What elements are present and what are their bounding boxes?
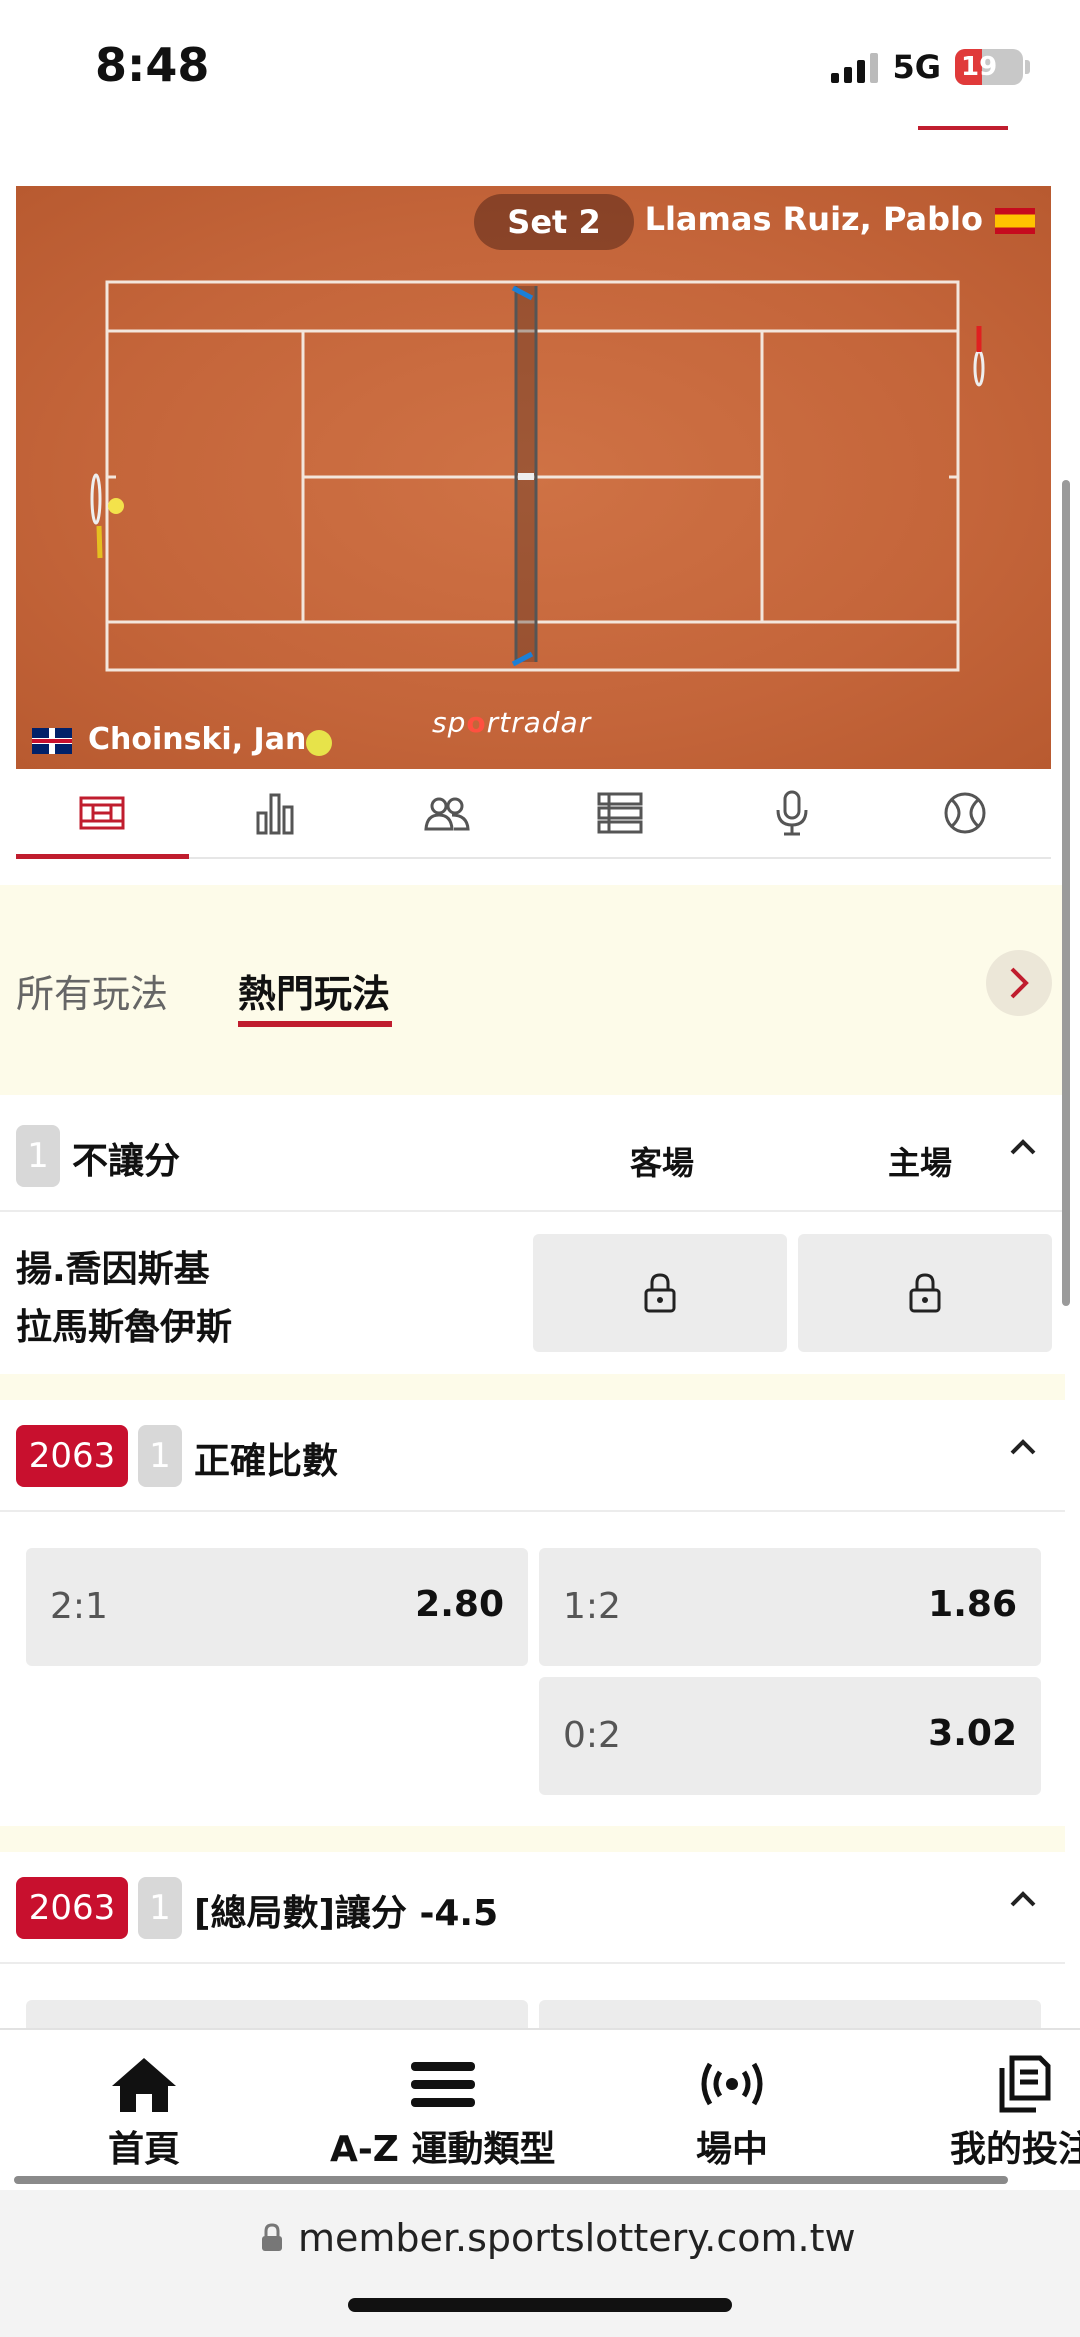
nav-my-bets[interactable]: 我的投注 <box>950 2054 1080 2172</box>
tab-tennis[interactable] <box>879 769 1052 857</box>
chevron-right-icon <box>1010 967 1029 999</box>
away-odds-locked-button[interactable] <box>533 1234 787 1352</box>
odds-label: 2:1 <box>50 1586 108 1627</box>
set-indicator: Set 2 <box>474 194 634 250</box>
lock-icon <box>909 1273 941 1313</box>
match-tracker[interactable]: Set 2 Llamas Ruiz, Pablo Choinski, Jan s… <box>16 186 1051 769</box>
nav-az-sports[interactable]: A-Z 運動類型 <box>330 2054 555 2172</box>
network-type: 5G <box>892 48 941 86</box>
status-bar: 8:48 5G 19 <box>0 0 1080 120</box>
odds-button[interactable]: 0:2 3.02 <box>539 1677 1041 1795</box>
serving-ball-icon <box>306 730 332 756</box>
odds-label: 0:2 <box>563 1715 621 1756</box>
signal-icon <box>831 51 879 83</box>
tab-court[interactable] <box>16 769 189 859</box>
market-number-badge: 1 <box>138 1425 182 1487</box>
market-number-badge: 1 <box>138 1877 182 1939</box>
uk-flag-icon <box>32 728 72 754</box>
url-display[interactable]: member.sportslottery.com.tw <box>260 2216 856 2260</box>
list-icon <box>597 792 643 834</box>
moneyline-row: 揚.喬因斯基 拉馬斯魯伊斯 <box>0 1212 1065 1374</box>
tab-list[interactable] <box>534 769 707 857</box>
spain-flag-icon <box>995 208 1035 234</box>
home-indicator[interactable] <box>348 2298 732 2312</box>
tennis-ball-icon <box>944 792 986 834</box>
tab-commentary[interactable] <box>706 769 879 857</box>
market-number-badge: 1 <box>16 1125 60 1187</box>
lock-icon <box>644 1273 676 1313</box>
section-gap <box>0 1826 1065 1852</box>
market-header-moneyline[interactable]: 1 不讓分 客場 主場 <box>0 1100 1065 1212</box>
odds-button[interactable] <box>26 2000 528 2028</box>
battery-icon: 19 <box>955 49 1030 85</box>
player-top-name: Llamas Ruiz, Pablo <box>644 200 983 238</box>
section-gap <box>0 1374 1065 1400</box>
tennis-court <box>90 280 985 672</box>
racket-left-icon <box>90 473 103 559</box>
chevron-up-icon[interactable] <box>1009 1138 1037 1156</box>
status-icons: 5G 19 <box>831 48 1030 86</box>
active-tab-indicator <box>918 126 1008 130</box>
tracker-tabs <box>16 769 1051 859</box>
market-title: [總局數]讓分 -4.5 <box>194 1893 499 1934</box>
column-away: 客場 <box>630 1144 695 1182</box>
menu-icon <box>410 2062 475 2107</box>
filter-active-underline <box>238 1021 392 1027</box>
odds-price: 1.86 <box>928 1584 1017 1625</box>
nav-live[interactable]: 場中 <box>696 2054 768 2172</box>
page-scrollbar[interactable] <box>1062 480 1070 1306</box>
browser-url-bar[interactable]: member.sportslottery.com.tw <box>0 2190 1080 2337</box>
total-games-odds <box>0 1964 1065 2028</box>
court-icon <box>79 796 125 830</box>
chevron-up-icon[interactable] <box>1009 1438 1037 1456</box>
bottom-navigation: 首頁 A-Z 運動類型 場中 我的投注 <box>0 2028 1080 2190</box>
correct-score-odds: 2:1 2.80 1:2 1.86 0:2 3.02 <box>0 1512 1065 1826</box>
chevron-up-icon[interactable] <box>1009 1890 1037 1908</box>
lock-icon <box>262 2223 282 2251</box>
nav-label: A-Z 運動類型 <box>330 2129 556 2170</box>
tab-stats[interactable] <box>189 769 362 857</box>
nav-scrollbar[interactable] <box>14 2176 1008 2184</box>
filter-tab-hot[interactable]: 熱門玩法 <box>238 963 390 1018</box>
copy-documents-icon <box>999 2055 1051 2113</box>
odds-price: 3.02 <box>928 1713 1017 1754</box>
nav-label: 我的投注 <box>950 2129 1080 2170</box>
market-header-total-games[interactable]: 2063 1 [總局數]讓分 -4.5 <box>0 1852 1065 1964</box>
sportradar-logo: sportradar <box>432 706 592 739</box>
url-text: member.sportslottery.com.tw <box>298 2216 856 2260</box>
live-broadcast-icon <box>701 2062 763 2106</box>
racket-right-icon <box>973 326 985 387</box>
status-time: 8:48 <box>95 38 210 92</box>
nav-label: 場中 <box>696 2129 769 2170</box>
team-b-name: 拉馬斯魯伊斯 <box>16 1307 233 1348</box>
tennis-ball-icon <box>108 498 124 514</box>
team-a-name: 揚.喬因斯基 <box>16 1249 210 1290</box>
column-home: 主場 <box>888 1144 953 1182</box>
tab-players[interactable] <box>361 769 534 857</box>
odds-label: 1:2 <box>563 1586 621 1627</box>
odds-price: 2.80 <box>415 1584 504 1625</box>
market-id-badge: 2063 <box>16 1877 128 1939</box>
microphone-icon <box>776 790 808 836</box>
stats-icon <box>256 793 294 835</box>
market-id-badge: 2063 <box>16 1425 128 1487</box>
market-title: 正確比數 <box>194 1441 339 1482</box>
filter-next-button[interactable] <box>986 950 1052 1016</box>
player-bottom-name: Choinski, Jan <box>88 722 307 757</box>
odds-button[interactable] <box>539 2000 1041 2028</box>
nav-label: 首頁 <box>108 2129 181 2170</box>
odds-button[interactable]: 1:2 1.86 <box>539 1548 1041 1666</box>
odds-button[interactable]: 2:1 2.80 <box>26 1548 528 1666</box>
players-icon <box>424 797 470 831</box>
home-icon <box>112 2058 176 2112</box>
market-filter-bar: 所有玩法 熱門玩法 <box>0 885 1065 1095</box>
home-odds-locked-button[interactable] <box>798 1234 1052 1352</box>
filter-tab-all[interactable]: 所有玩法 <box>16 963 168 1018</box>
market-header-correct-score[interactable]: 2063 1 正確比數 <box>0 1400 1065 1512</box>
nav-home[interactable]: 首頁 <box>108 2054 180 2172</box>
market-title: 不讓分 <box>72 1141 181 1182</box>
